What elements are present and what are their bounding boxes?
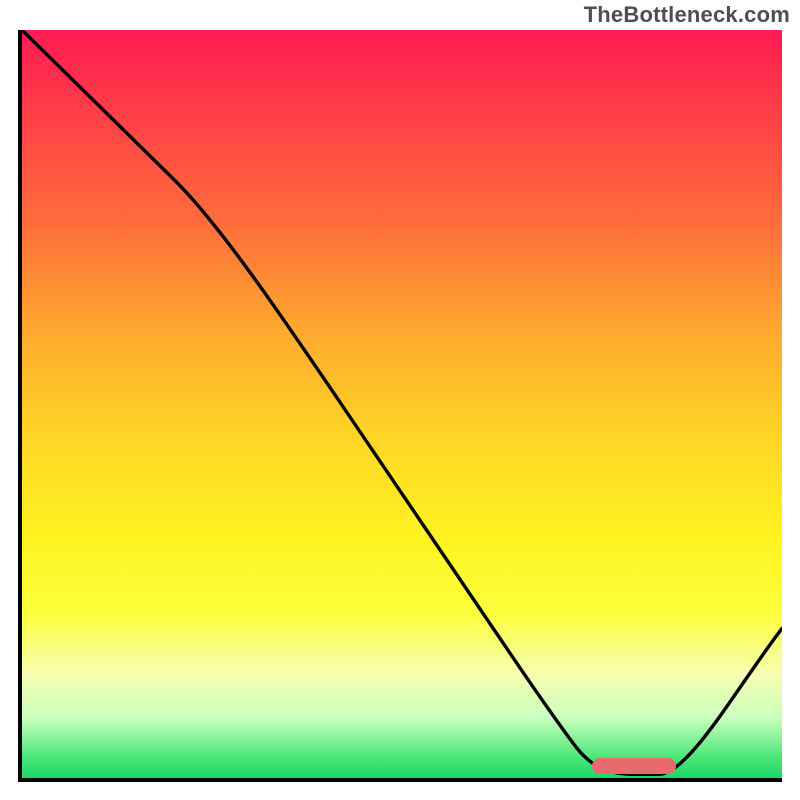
plot-area (18, 30, 782, 782)
attribution-text: TheBottleneck.com (584, 2, 790, 28)
optimal-marker (592, 758, 676, 774)
bottleneck-curve (22, 30, 782, 778)
curve-path (22, 30, 782, 774)
